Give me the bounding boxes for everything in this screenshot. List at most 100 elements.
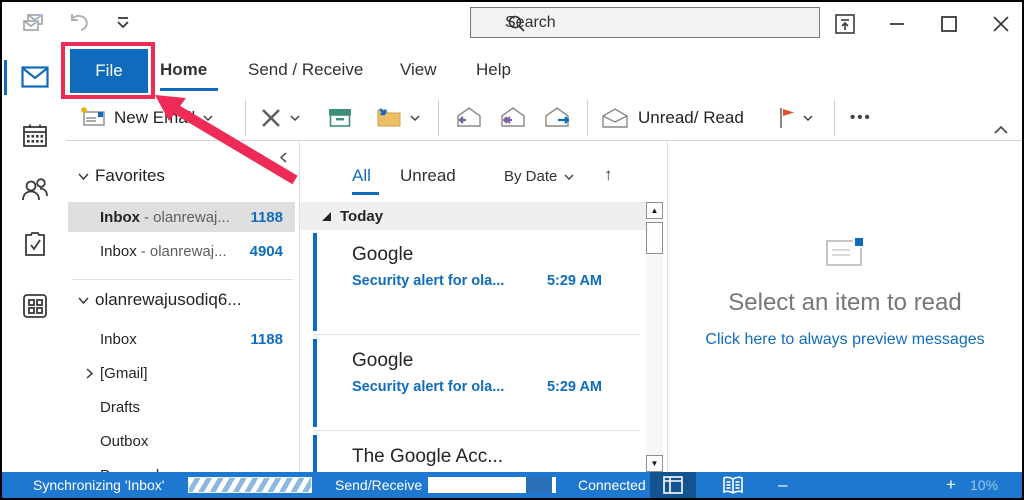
flag-icon — [780, 107, 794, 128]
chevron-down-icon — [78, 296, 89, 304]
message-list-scrollbar[interactable]: ▲ ▼ — [646, 202, 663, 472]
sync-progress-bar — [188, 477, 312, 493]
zoom-level[interactable]: 10% — [970, 472, 998, 498]
sort-by-dropdown[interactable]: By Date — [504, 168, 574, 185]
reply-all-icon — [501, 106, 525, 127]
favorites-header-label: Favorites — [95, 166, 165, 185]
minimize-icon[interactable] — [886, 13, 908, 35]
unread-count-badge: 1188 — [250, 330, 283, 348]
window-controls — [834, 2, 1012, 45]
account-section-header[interactable]: olanrewajusodiq6... — [78, 290, 241, 310]
sort-direction-button[interactable]: ↑ — [604, 165, 613, 185]
zoom-in-icon[interactable]: + — [946, 472, 956, 498]
tab-view[interactable]: View — [400, 45, 437, 95]
empty-state-title: Select an item to read — [728, 289, 962, 316]
search-box[interactable] — [470, 7, 820, 38]
reply-button[interactable] — [454, 95, 484, 140]
connection-status: Connected — [578, 477, 646, 493]
active-tab-underline — [160, 88, 218, 91]
message-item[interactable]: The Google Acc... — [300, 432, 646, 472]
folder-name: Inbox — [100, 242, 137, 260]
favorites-section-header[interactable]: Favorites — [78, 166, 165, 186]
folder-item-inbox[interactable]: Inbox 1188 — [68, 324, 295, 354]
toolbar-separator — [587, 100, 588, 136]
quick-access-toolbar — [22, 10, 136, 36]
tab-send-receive[interactable]: Send / Receive — [248, 45, 363, 95]
normal-view-button[interactable] — [650, 472, 696, 498]
chevron-down-icon — [290, 114, 300, 121]
empty-message-icon — [826, 236, 866, 272]
message-time: 5:29 AM — [546, 273, 602, 289]
send-receive-progress-bar — [428, 477, 556, 493]
folder-pane: Favorites Inbox - olanrewaj... 1188 Inbo… — [66, 141, 300, 472]
filter-tab-all[interactable]: All — [352, 166, 371, 186]
unread-read-label: Unread/ Read — [638, 107, 744, 127]
toolbar-separator — [834, 100, 835, 136]
tab-help[interactable]: Help — [476, 45, 511, 95]
new-email-label: New Email — [114, 107, 196, 127]
follow-up-flag-button[interactable] — [778, 95, 813, 140]
folder-item-gmail[interactable]: [Gmail] — [68, 358, 295, 388]
tasks-icon[interactable] — [21, 230, 49, 258]
reply-icon — [457, 106, 481, 127]
sort-by-label: By Date — [504, 168, 558, 185]
outlook-window: File Home Send / Receive View Help New E… — [0, 0, 1024, 500]
archive-button[interactable] — [328, 95, 352, 140]
scroll-up-icon[interactable]: ▲ — [646, 202, 663, 219]
filter-tab-unread[interactable]: Unread — [400, 166, 456, 186]
undo-icon[interactable] — [66, 10, 92, 36]
collapse-ribbon-icon[interactable] — [994, 121, 1008, 139]
send-receive-label[interactable]: Send/Receive — [335, 472, 422, 498]
new-email-button[interactable]: New Email — [80, 95, 213, 140]
forward-icon — [545, 106, 570, 127]
unread-read-button[interactable]: Unread/ Read — [600, 95, 744, 140]
account-header-label: olanrewajusodiq6... — [95, 290, 242, 309]
folder-item-outbox[interactable]: Outbox — [68, 426, 295, 456]
reading-view-button[interactable] — [710, 472, 756, 498]
ribbon-display-icon[interactable] — [834, 13, 856, 35]
group-header-today[interactable]: Today — [300, 202, 646, 230]
scrollbar-thumb[interactable] — [646, 222, 663, 254]
move-button[interactable] — [376, 95, 420, 140]
chevron-down-icon — [203, 114, 213, 121]
zoom-out-icon[interactable]: – — [778, 472, 787, 498]
group-header-label: Today — [340, 207, 384, 225]
toolbar-separator — [438, 100, 439, 136]
message-item[interactable]: Google Security alert for ola... 5:29 AM — [300, 230, 646, 334]
message-item[interactable]: Google Security alert for ola... 5:29 AM — [300, 336, 646, 430]
folder-item-drafts[interactable]: Drafts — [68, 392, 295, 422]
scroll-down-icon[interactable]: ▼ — [646, 455, 663, 472]
group-expanded-icon — [322, 212, 331, 221]
message-divider — [313, 430, 640, 431]
delete-button[interactable] — [260, 95, 300, 140]
close-icon[interactable] — [990, 13, 1012, 35]
customize-toolbar-icon[interactable] — [110, 10, 136, 36]
folder-item-inbox-favorite-1[interactable]: Inbox - olanrewaj... 1188 — [68, 202, 295, 232]
reply-all-button[interactable] — [498, 95, 528, 140]
chevron-down-icon — [78, 172, 89, 180]
apps-icon[interactable] — [21, 292, 49, 320]
send-receive-icon[interactable] — [22, 10, 48, 36]
collapse-folder-pane-icon[interactable] — [275, 149, 291, 165]
active-module-indicator — [4, 60, 7, 95]
always-preview-link[interactable]: Click here to always preview messages — [668, 331, 1022, 349]
folder-account-suffix: - olanrewaj... — [140, 242, 227, 260]
message-sender: The Google Acc... — [352, 446, 504, 467]
unread-count-badge: 1188 — [250, 208, 283, 226]
mail-icon[interactable] — [21, 63, 49, 91]
navigation-rail — [2, 45, 66, 472]
folder-item-inbox-favorite-2[interactable]: Inbox - olanrewaj... 4904 — [68, 236, 295, 266]
delete-icon — [262, 108, 280, 127]
annotation-highlight-box — [61, 42, 155, 99]
calendar-icon[interactable] — [21, 122, 49, 150]
maximize-icon[interactable] — [938, 13, 960, 35]
chevron-right-icon — [86, 367, 93, 379]
status-bar: Synchronizing 'Inbox' Send/Receive Conne… — [2, 472, 1022, 498]
message-list-pane: All Unread By Date ↑ Today Google Securi… — [300, 141, 668, 472]
search-input[interactable] — [505, 13, 765, 32]
ribbon-tab-bar: File Home Send / Receive View Help — [66, 45, 1022, 95]
people-icon[interactable] — [21, 175, 49, 203]
more-commands-button[interactable]: ••• — [850, 95, 872, 140]
forward-button[interactable] — [542, 95, 572, 140]
folder-item-personal[interactable]: Personal — [68, 460, 295, 473]
